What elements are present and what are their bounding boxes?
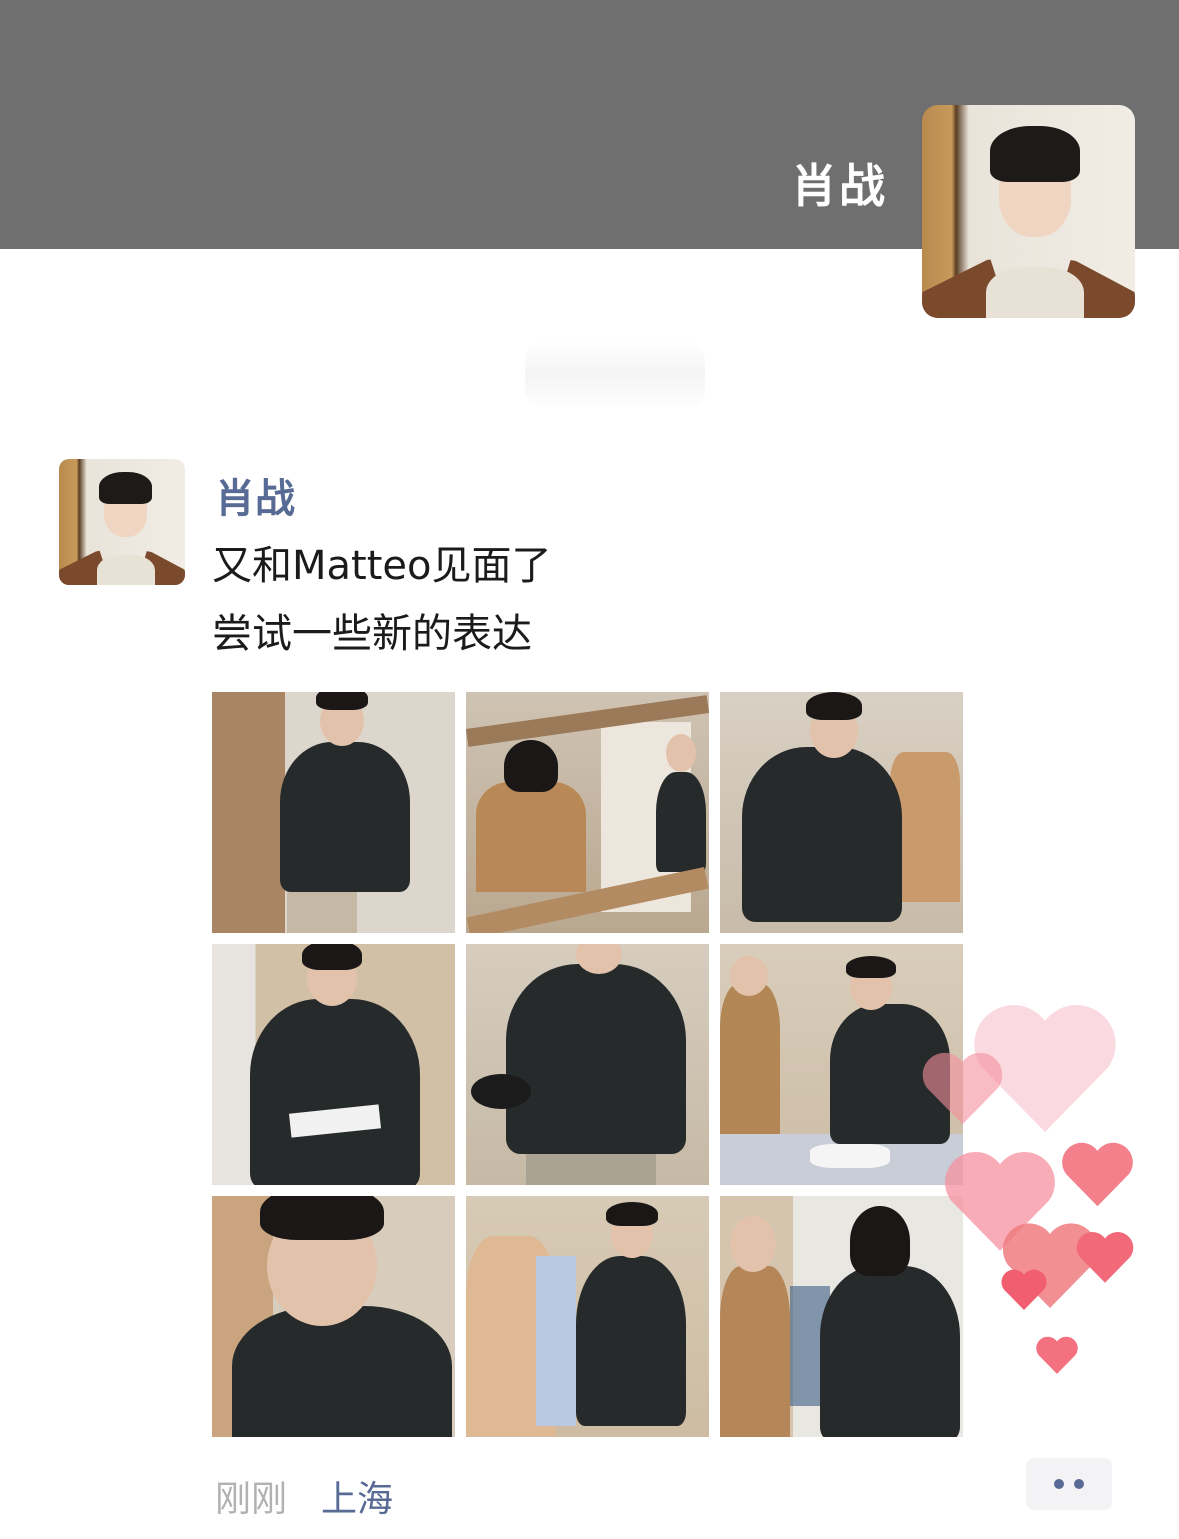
heart-reactions (900, 990, 1179, 1390)
post-text-line-1: 又和Matteo见面了 (212, 543, 552, 589)
post-author-avatar[interactable] (59, 459, 185, 585)
post-text-line-2: 尝试一些新的表达 (212, 611, 532, 657)
photo-7[interactable] (212, 1196, 455, 1437)
profile-avatar[interactable] (922, 105, 1135, 318)
heart-icon (1062, 1142, 1133, 1207)
post-text: 又和Matteo见面了 尝试一些新的表达 (212, 532, 551, 668)
photo-2[interactable] (466, 692, 709, 933)
heart-icon (922, 1052, 1003, 1125)
heart-icon (1036, 1336, 1078, 1374)
post-time: 刚刚 (215, 1479, 288, 1520)
photo-1[interactable] (212, 692, 455, 933)
blurred-divider (525, 340, 705, 410)
more-dots-icon (1074, 1479, 1084, 1489)
post-author-name[interactable]: 肖战 (215, 466, 295, 524)
photo-8[interactable] (466, 1196, 709, 1437)
photo-3[interactable] (720, 692, 963, 933)
cover-user-name: 肖战 (791, 159, 887, 213)
photo-grid (212, 692, 963, 1437)
more-dots-icon (1054, 1479, 1064, 1489)
photo-5[interactable] (466, 944, 709, 1185)
more-actions-button[interactable] (1026, 1458, 1112, 1510)
heart-icon (1076, 1232, 1134, 1283)
heart-icon (1001, 1269, 1047, 1311)
photo-4[interactable] (212, 944, 455, 1185)
post-location[interactable]: 上海 (321, 1470, 393, 1522)
